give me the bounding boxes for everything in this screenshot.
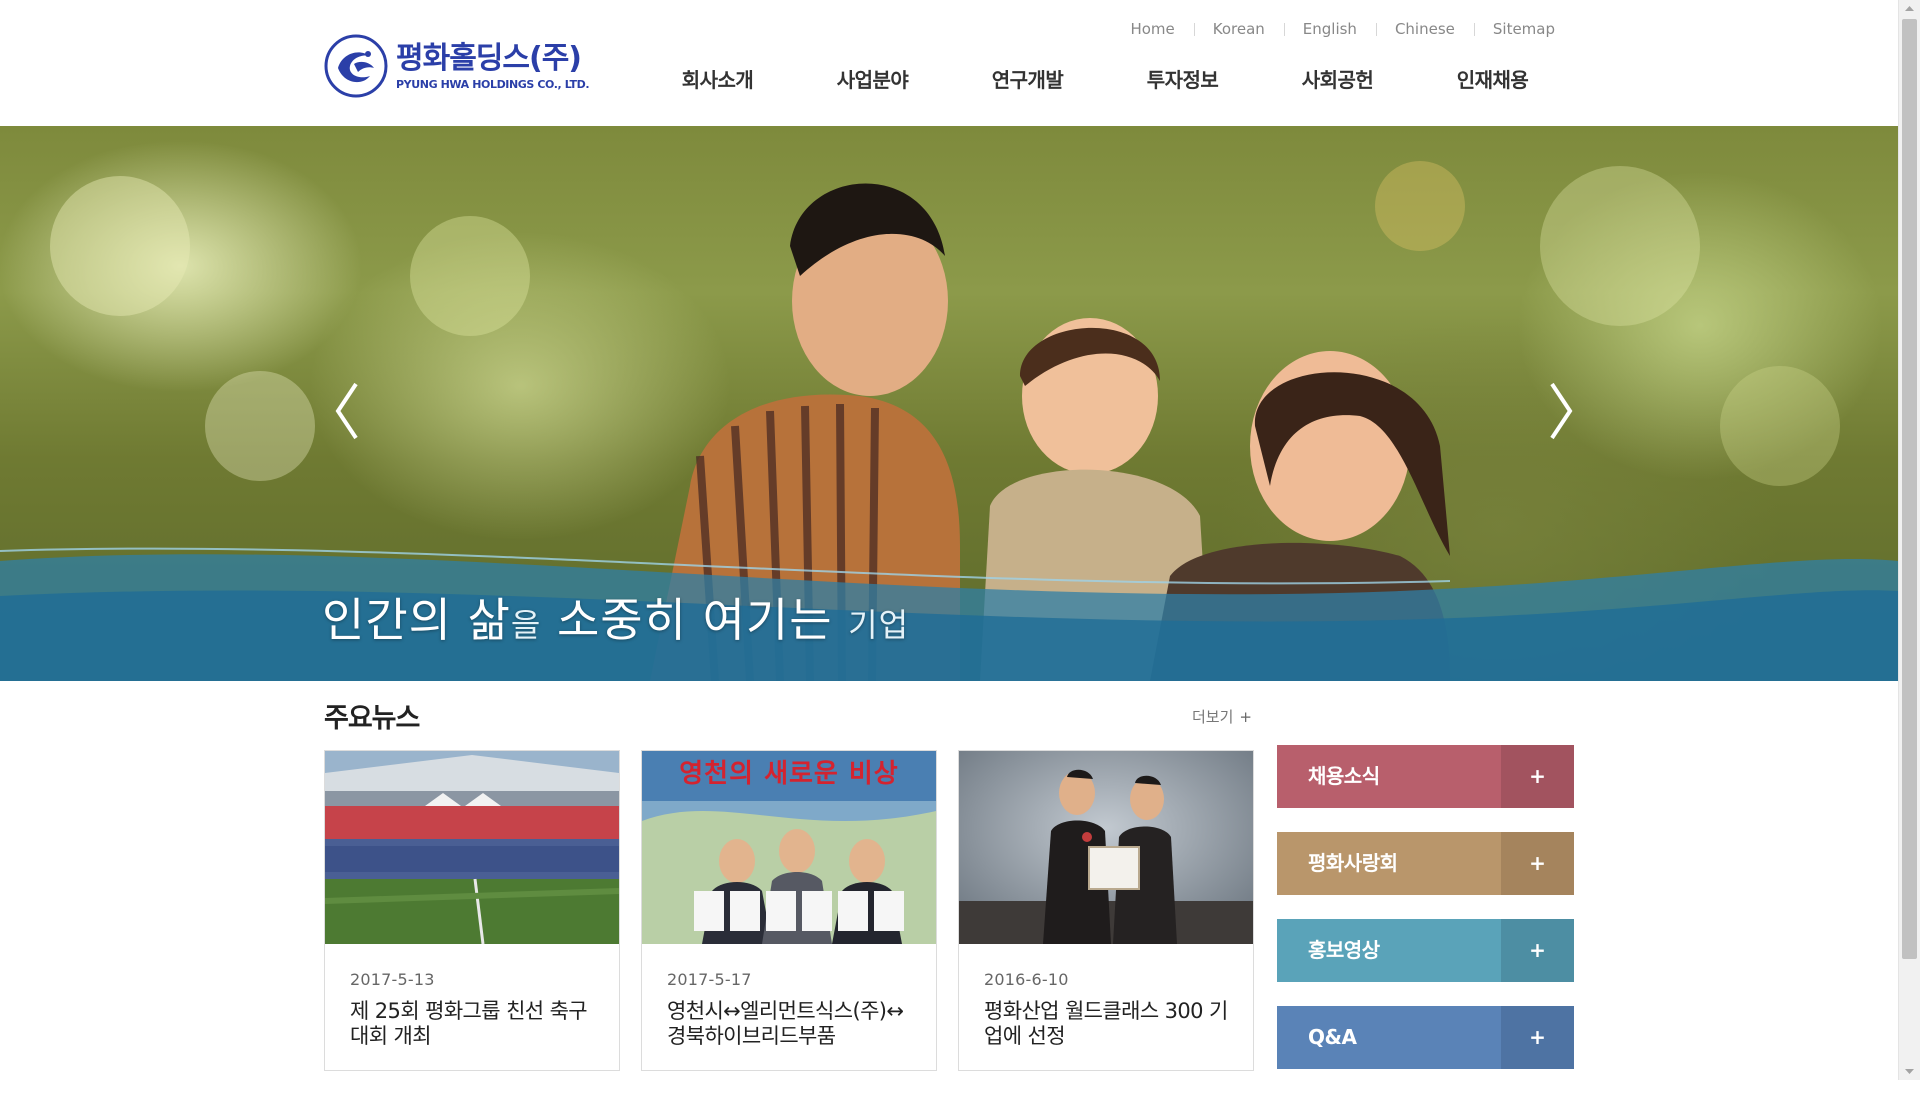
plus-icon: + (1501, 745, 1574, 808)
util-link-chinese[interactable]: Chinese (1375, 20, 1474, 38)
news-card-image (325, 751, 619, 944)
plus-icon: + (1501, 919, 1574, 982)
nav-item-research[interactable]: 연구개발 (950, 64, 1105, 93)
quick-link-qna[interactable]: Q&A + (1277, 1006, 1574, 1069)
slogan-part-2: 을 (510, 606, 542, 644)
award-photo (959, 751, 1253, 944)
hero-slider: 인간의 삶을 소중히 여기는 기업 (0, 126, 1898, 681)
news-card[interactable]: 2016-6-10 평화산업 월드클래스 300 기업에 선정 (958, 750, 1254, 1071)
news-more-label: 더보기 (1192, 708, 1234, 726)
news-card[interactable]: 2017-5-13 제 25회 평화그룹 친선 축구대회 개최 (324, 750, 620, 1071)
news-date: 2016-6-10 (984, 970, 1069, 989)
util-link-korean[interactable]: Korean (1193, 20, 1284, 38)
quick-link-love-club[interactable]: 평화사랑회 + (1277, 832, 1574, 895)
site-logo[interactable]: 평화홀딩스(주) PYUNG HWA HOLDINGS CO., LTD. (324, 34, 590, 98)
stadium-photo (325, 751, 619, 944)
news-card[interactable]: 영천의 새로운 비상 2017-5-17 영천시↔엘리먼트식스(주)↔경북하이브… (641, 750, 937, 1071)
news-date: 2017-5-13 (350, 970, 435, 989)
hero-wave-band (0, 547, 1898, 681)
util-link-home[interactable]: Home (1111, 20, 1193, 38)
news-section-title: 주요뉴스 (324, 703, 420, 734)
slider-prev-button[interactable] (328, 376, 368, 446)
quick-link-pr-video[interactable]: 홍보영상 + (1277, 919, 1574, 982)
news-title: 제 25회 평화그룹 친선 축구대회 개최 (350, 999, 588, 1048)
slogan-part-1: 인간의 삶 (322, 593, 511, 647)
logo-name-korean: 평화홀딩스(주) (396, 40, 582, 76)
nav-item-recruit[interactable]: 인재채용 (1415, 64, 1570, 93)
util-link-english[interactable]: English (1283, 20, 1376, 38)
plus-icon: + (1239, 708, 1252, 726)
site-header: 평화홀딩스(주) PYUNG HWA HOLDINGS CO., LTD. Ho… (0, 0, 1898, 126)
nav-item-social[interactable]: 사회공헌 (1260, 64, 1415, 93)
quick-link-recruit-news[interactable]: 채용소식 + (1277, 745, 1574, 808)
news-title: 영천시↔엘리먼트식스(주)↔경북하이브리드부품 (667, 999, 904, 1048)
plus-icon: + (1501, 1006, 1574, 1069)
news-date: 2017-5-17 (667, 970, 752, 989)
utility-nav: Home Korean English Chinese Sitemap (1111, 20, 1555, 38)
nav-item-company[interactable]: 회사소개 (640, 64, 795, 93)
logo-name-english: PYUNG HWA HOLDINGS CO., LTD. (396, 77, 590, 91)
main-nav: 회사소개 사업분야 연구개발 투자정보 사회공헌 인재채용 (640, 64, 1570, 93)
scroll-down-arrow-icon[interactable] (1899, 1063, 1920, 1080)
news-card-list: 2017-5-13 제 25회 평화그룹 친선 축구대회 개최 영천의 새로운 … (324, 750, 1275, 1071)
logo-emblem-icon (324, 34, 388, 98)
scrollbar-thumb[interactable] (1902, 19, 1917, 959)
quick-link-label: Q&A (1308, 1025, 1357, 1049)
chevron-right-icon (1550, 382, 1573, 440)
nav-item-investment[interactable]: 투자정보 (1105, 64, 1260, 93)
scroll-up-arrow-icon[interactable] (1899, 0, 1920, 17)
slogan-part-4: 기업 (848, 606, 910, 644)
slogan-part-3: 소중히 여기는 (541, 593, 849, 647)
page-scrollbar[interactable] (1898, 0, 1920, 1080)
util-link-sitemap[interactable]: Sitemap (1473, 20, 1555, 38)
news-more-link[interactable]: 더보기 + (1192, 706, 1252, 727)
slider-next-button[interactable] (1540, 376, 1580, 446)
news-title: 평화산업 월드클래스 300 기업에 선정 (984, 999, 1228, 1048)
signing-photo-banner: 영천의 새로운 비상 (679, 759, 899, 789)
chevron-left-icon (335, 382, 358, 440)
news-card-image (959, 751, 1253, 944)
quick-link-label: 홍보영상 (1308, 938, 1380, 962)
news-card-image: 영천의 새로운 비상 (642, 751, 936, 944)
hero-slogan: 인간의 삶을 소중히 여기는 기업 (322, 584, 909, 650)
quick-link-label: 평화사랑회 (1308, 851, 1398, 875)
plus-icon: + (1501, 832, 1574, 895)
nav-item-business[interactable]: 사업분야 (795, 64, 950, 93)
quick-links: 채용소식 + 평화사랑회 + 홍보영상 + Q&A + (1277, 745, 1574, 1093)
quick-link-label: 채용소식 (1308, 764, 1380, 788)
